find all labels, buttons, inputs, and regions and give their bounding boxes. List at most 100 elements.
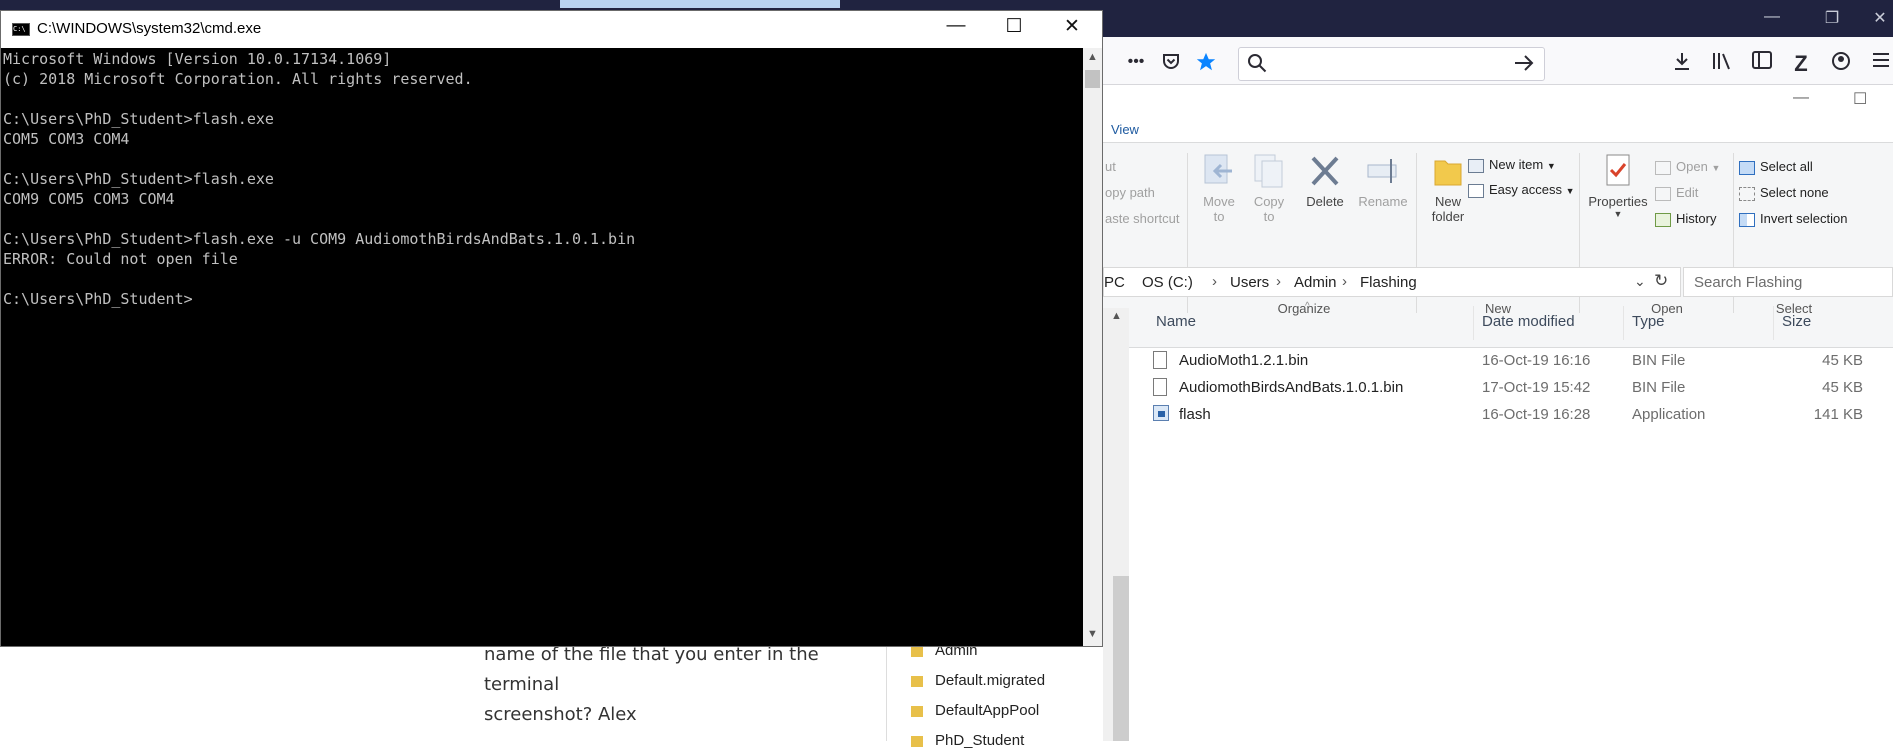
console-line: COM9 COM5 COM3 COM4 [3, 190, 175, 208]
explorer-maximize-button[interactable]: ☐ [1853, 89, 1867, 109]
scrollbar-thumb[interactable] [1085, 70, 1100, 88]
rename-button[interactable]: Rename [1355, 153, 1411, 209]
group-open-label: Open [1651, 301, 1683, 316]
properties-button[interactable]: Properties ▼ [1585, 153, 1651, 219]
breadcrumb-item-users[interactable]: Users [1230, 274, 1269, 291]
new-folder-button[interactable]: New folder [1423, 153, 1473, 224]
address-history-chevron-icon[interactable]: ⌄ [1634, 273, 1646, 290]
file-explorer-window: — ☐ View ut opy path aste shortcut Move … [1103, 85, 1893, 741]
tree-item-default-migrated[interactable]: Default.migrated [911, 672, 1045, 689]
explorer-titlebar: — ☐ [1103, 85, 1893, 116]
refresh-icon[interactable]: ↻ [1654, 271, 1668, 291]
browser-search-input[interactable] [1238, 47, 1545, 81]
column-divider[interactable] [1623, 306, 1624, 340]
arrow-right-icon[interactable] [1513, 53, 1535, 78]
cmd-scrollbar[interactable]: ▲ ▼ [1083, 48, 1102, 646]
breadcrumb-chevron-icon[interactable]: › [1276, 273, 1281, 290]
column-header-size[interactable]: Size [1782, 313, 1811, 330]
tab-view[interactable]: View [1111, 122, 1139, 137]
console-prompt-line[interactable]: C:\Users\PhD_Student> [3, 289, 1081, 309]
console-line: (c) 2018 Microsoft Corporation. All righ… [3, 70, 473, 88]
select-all-icon [1739, 160, 1755, 175]
breadcrumb-item-pc[interactable]: PC [1104, 274, 1125, 291]
cmd-titlebar[interactable]: C:\ C:\WINDOWS\system32\cmd.exe — ☐ ✕ [1, 11, 1102, 48]
column-header-type[interactable]: Type [1632, 313, 1665, 330]
breadcrumb-chevron-icon[interactable]: › [1342, 273, 1347, 290]
cut-button[interactable]: ut [1105, 159, 1116, 174]
select-all-button[interactable]: Select all [1739, 159, 1813, 175]
breadcrumb-item-admin[interactable]: Admin [1294, 274, 1337, 291]
console-output[interactable]: Microsoft Windows [Version 10.0.17134.10… [1, 48, 1083, 646]
open-button[interactable]: Open ▼ [1655, 159, 1720, 175]
scroll-up-icon[interactable]: ▲ [1083, 51, 1102, 63]
menu-icon[interactable] [1868, 51, 1893, 75]
history-button[interactable]: History [1655, 211, 1716, 227]
page-text-line: name of the file that you enter in the t… [484, 644, 819, 695]
library-icon[interactable] [1709, 51, 1735, 77]
sort-ascending-icon: ^ [1305, 301, 1310, 312]
breadcrumb-item-flashing[interactable]: Flashing [1360, 274, 1417, 291]
file-name: flash [1179, 406, 1211, 423]
copy-path-button[interactable]: opy path [1105, 185, 1155, 200]
sidebar-icon[interactable] [1749, 51, 1775, 75]
explorer-minimize-button[interactable]: — [1793, 89, 1809, 107]
column-divider[interactable] [1473, 306, 1474, 340]
chevron-down-icon: ▼ [1546, 161, 1556, 171]
page-text-line: screenshot? Alex [484, 704, 637, 725]
application-icon [1153, 405, 1169, 421]
bookmark-star-icon[interactable] [1193, 51, 1219, 79]
folder-icon [911, 705, 923, 717]
column-header-date-modified[interactable]: Date modified [1482, 313, 1575, 330]
web-page-text: name of the file that you enter in the t… [484, 640, 894, 730]
column-divider[interactable] [1773, 306, 1774, 340]
column-header-name[interactable]: Name [1156, 313, 1196, 330]
easy-access-icon [1468, 183, 1484, 198]
file-date: 16-Oct-19 16:28 [1482, 406, 1591, 423]
scrollbar-thumb[interactable] [1113, 576, 1129, 741]
select-none-button[interactable]: Select none [1739, 185, 1829, 201]
console-line: C:\Users\PhD_Student>flash.exe [3, 170, 274, 188]
browser-close-button[interactable]: ✕ [1860, 8, 1893, 28]
zotero-icon[interactable]: Z [1788, 51, 1814, 77]
file-type: BIN File [1632, 379, 1686, 396]
browser-restore-button[interactable]: ❐ [1812, 8, 1852, 28]
file-row[interactable]: AudiomothBirdsAndBats.1.0.1.bin 17-Oct-1… [1153, 375, 1893, 402]
page-actions-menu-icon[interactable]: ••• [1123, 53, 1149, 71]
search-input[interactable]: Search Flashing [1683, 267, 1893, 297]
edit-button[interactable]: Edit [1655, 185, 1698, 201]
delete-button[interactable]: Delete [1301, 153, 1349, 209]
invert-selection-button[interactable]: Invert selection [1739, 211, 1847, 227]
cmd-maximize-button[interactable]: ☐ [991, 15, 1037, 38]
downloads-icon[interactable] [1669, 51, 1695, 77]
file-row[interactable]: AudioMoth1.2.1.bin 16-Oct-19 16:16 BIN F… [1153, 348, 1893, 375]
navigation-pane-scrollbar[interactable]: ▲ [1103, 308, 1129, 741]
cmd-minimize-button[interactable]: — [933, 15, 979, 37]
easy-access-button[interactable]: Easy access ▼ [1468, 182, 1575, 198]
folder-icon [911, 645, 923, 657]
edit-icon [1655, 186, 1671, 201]
breadcrumb-item-os-c[interactable]: OS (C:) [1142, 274, 1193, 291]
chevron-down-icon: ▼ [1711, 163, 1721, 173]
paste-shortcut-button[interactable]: aste shortcut [1105, 211, 1179, 226]
new-item-button[interactable]: New item ▼ [1468, 157, 1556, 173]
copy-to-button[interactable]: Copy to [1247, 153, 1291, 224]
file-size: 45 KB [1822, 379, 1863, 396]
tree-item-defaultapppool[interactable]: DefaultAppPool [911, 702, 1039, 719]
breadcrumb[interactable]: PC OS (C:) › Users › Admin › Flashing ⌄ … [1103, 267, 1681, 297]
command-prompt-window[interactable]: C:\ C:\WINDOWS\system32\cmd.exe — ☐ ✕ Mi… [0, 10, 1103, 647]
browser-minimize-button[interactable]: — [1752, 8, 1792, 26]
cmd-close-button[interactable]: ✕ [1049, 15, 1095, 38]
scroll-down-icon[interactable]: ▼ [1083, 628, 1102, 640]
folder-icon [911, 675, 923, 687]
account-icon[interactable] [1828, 51, 1854, 77]
breadcrumb-chevron-icon[interactable]: › [1212, 273, 1217, 290]
scroll-up-icon[interactable]: ▲ [1111, 310, 1122, 322]
move-to-button[interactable]: Move to [1197, 153, 1241, 224]
browser-active-tab[interactable] [560, 0, 840, 8]
file-name: AudiomothBirdsAndBats.1.0.1.bin [1179, 379, 1404, 396]
pocket-icon[interactable] [1158, 51, 1184, 77]
file-row[interactable]: flash 16-Oct-19 16:28 Application 141 KB [1153, 402, 1893, 429]
